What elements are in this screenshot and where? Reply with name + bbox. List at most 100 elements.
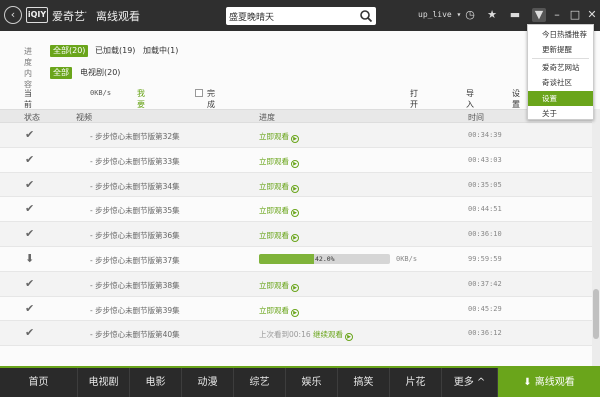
video-duration: 00:37:42 xyxy=(468,279,502,288)
title-bar: ‹ iQIY 爱奇艺 · 离线观看 up_live ▾ ◷ ★ ▬ ▼ – □ … xyxy=(0,0,600,31)
username[interactable]: up_live ▾ xyxy=(418,10,461,19)
col-progress: 进度 xyxy=(259,113,275,122)
table-row[interactable]: ✔ - 步步惊心未删节版第38集 立即观看 ▶ 00:37:42 xyxy=(0,271,592,297)
offline-content-panel: 进度 全部(20) 已加载(19) 加载中(1) 内容 全部 电视剧(20) 当… xyxy=(0,31,600,366)
favorite-star-icon[interactable]: ★ xyxy=(485,8,499,22)
video-duration: 00:45:29 xyxy=(468,304,502,313)
menu-item-about[interactable]: 关于 xyxy=(528,106,593,121)
menu-item-settings[interactable]: 设置 xyxy=(528,91,593,106)
check-icon: ✔ xyxy=(25,152,35,166)
video-duration: 00:43:03 xyxy=(468,155,502,164)
nav-movies[interactable]: 电影 xyxy=(130,368,182,397)
progress-filter-label: 进度 xyxy=(24,47,32,67)
scrollbar-thumb[interactable] xyxy=(593,289,599,339)
filter-content-all[interactable]: 全部 xyxy=(50,67,72,79)
table-row[interactable]: ⬇ - 步步惊心未删节版第37集 42.0% 0KB/s 99:59:59 xyxy=(0,246,592,272)
search-icon[interactable] xyxy=(359,9,373,23)
filter-progress-all[interactable]: 全部(20) xyxy=(50,45,89,57)
nav-variety[interactable]: 综艺 xyxy=(234,368,286,397)
table-header: 状态 视频 进度 时间 xyxy=(0,109,600,123)
nav-tv-series[interactable]: 电视剧 xyxy=(78,368,130,397)
nav-funny[interactable]: 搞笑 xyxy=(338,368,390,397)
video-title[interactable]: - 步步惊心未删节版第33集 xyxy=(90,156,180,167)
check-icon: ✔ xyxy=(25,177,35,191)
play-icon: ▶ xyxy=(291,234,299,243)
brand-name: 爱奇艺 xyxy=(52,10,85,23)
watch-now-link[interactable]: 立即观看 ▶ xyxy=(259,181,299,193)
play-icon: ▶ xyxy=(291,308,299,317)
menu-item-daily-hits[interactable]: 今日热播推荐 xyxy=(528,27,593,42)
auto-shutdown-checkbox[interactable] xyxy=(195,89,203,97)
maximize-icon[interactable]: □ xyxy=(568,8,582,22)
main-dropdown-menu: 今日热播推荐 更新提醒 爱奇艺网站 奇谈社区 设置 关于 xyxy=(527,24,594,120)
nav-entertainment[interactable]: 娱乐 xyxy=(286,368,338,397)
video-duration: 00:35:05 xyxy=(468,180,502,189)
play-icon: ▶ xyxy=(345,333,354,342)
table-row[interactable]: ✔ - 步步惊心未删节版第35集 立即观看 ▶ 00:44:51 xyxy=(0,197,592,223)
minimize-icon[interactable]: – xyxy=(550,8,564,22)
history-clock-icon[interactable]: ◷ xyxy=(463,8,477,22)
nav-home[interactable]: 首页 xyxy=(0,368,78,397)
watch-now-link[interactable]: 立即观看 ▶ xyxy=(259,131,299,143)
download-rate: 0KB/s xyxy=(396,254,418,263)
check-icon: ✔ xyxy=(25,276,35,290)
menu-item-website[interactable]: 爱奇艺网站 xyxy=(528,60,593,75)
filter-progress-loading[interactable]: 加载中(1) xyxy=(140,45,181,57)
chevron-up-icon: ^ xyxy=(476,377,486,388)
brand-separator: · xyxy=(84,6,88,19)
video-title[interactable]: - 步步惊心未删节版第39集 xyxy=(90,305,180,316)
video-title[interactable]: - 步步惊心未删节版第34集 xyxy=(90,181,180,192)
table-row[interactable]: ✔ - 步步惊心未删节版第36集 立即观看 ▶ 00:36:10 xyxy=(0,222,592,247)
continue-watch-link[interactable]: 上次看到00:16 继续观看 ▶ xyxy=(259,329,354,342)
video-title[interactable]: - 步步惊心未删节版第40集 xyxy=(90,329,180,340)
video-title[interactable]: - 步步惊心未删节版第36集 xyxy=(90,230,180,241)
menu-item-community[interactable]: 奇谈社区 xyxy=(528,75,593,90)
table-row[interactable]: ✔ - 步步惊心未删节版第39集 立即观看 ▶ 00:45:29 xyxy=(0,296,592,322)
speed-value: 0KB/s xyxy=(90,89,112,97)
last-watched-text: 上次看到00:16 xyxy=(259,330,311,340)
video-title[interactable]: - 步步惊心未删节版第37集 xyxy=(90,255,180,266)
filter-content-tv[interactable]: 电视剧(20) xyxy=(77,67,123,79)
watch-now-link[interactable]: 立即观看 ▶ xyxy=(259,280,299,292)
play-icon: ▶ xyxy=(291,135,299,143)
check-icon: ✔ xyxy=(25,227,35,241)
nav-offline[interactable]: ⬇ 离线观看 xyxy=(498,368,600,397)
content-filter-label: 内容 xyxy=(24,69,32,89)
play-icon: ▶ xyxy=(291,184,299,193)
nav-more[interactable]: 更多 ^ xyxy=(442,368,498,397)
table-row[interactable]: ✔ - 步步惊心未删节版第33集 立即观看 ▶ 00:43:03 xyxy=(0,147,592,173)
download-progress-fill xyxy=(259,253,315,264)
play-icon: ▶ xyxy=(291,209,299,218)
search-input[interactable] xyxy=(229,9,355,23)
bottom-navigation: 首页 电视剧 电影 动漫 综艺 娱乐 搞笑 片花 更多 ^ ⬇ 离线观看 xyxy=(0,366,600,397)
table-row[interactable]: ✔ - 步步惊心未删节版第40集 上次看到00:16 继续观看 ▶ 00:36:1… xyxy=(0,321,592,347)
watch-now-link[interactable]: 立即观看 ▶ xyxy=(259,156,299,168)
close-icon[interactable]: ✕ xyxy=(585,8,599,22)
watch-now-link[interactable]: 立即观看 ▶ xyxy=(259,230,299,243)
table-row[interactable]: ✔ - 步步惊心未删节版第32集 立即观看 ▶ 00:34:39 xyxy=(0,123,592,148)
watch-now-link[interactable]: 立即观看 ▶ xyxy=(259,305,299,317)
nav-anime[interactable]: 动漫 xyxy=(182,368,234,397)
nav-trailers[interactable]: 片花 xyxy=(390,368,442,397)
play-icon: ▶ xyxy=(291,159,299,168)
video-title[interactable]: - 步步惊心未删节版第38集 xyxy=(90,280,180,291)
section-title: 离线观看 xyxy=(96,10,140,23)
menu-item-update-reminder[interactable]: 更新提醒 xyxy=(528,42,593,57)
col-video: 视频 xyxy=(76,113,92,122)
download-arrow-icon: ⬇ xyxy=(25,251,35,265)
download-progress-bar: 42.0% xyxy=(259,253,390,264)
settings-button[interactable]: 设置 xyxy=(512,88,520,110)
check-icon: ✔ xyxy=(25,202,35,216)
table-row[interactable]: ✔ - 步步惊心未删节版第34集 立即观看 ▶ 00:35:05 xyxy=(0,172,592,198)
watch-now-link[interactable]: 立即观看 ▶ xyxy=(259,205,299,218)
play-icon: ▶ xyxy=(291,283,299,292)
video-title[interactable]: - 步步惊心未删节版第32集 xyxy=(90,131,180,142)
search-box[interactable] xyxy=(226,7,376,25)
back-arrow-icon[interactable]: ‹ xyxy=(4,6,22,24)
filter-progress-loaded[interactable]: 已加载(19) xyxy=(92,45,138,57)
message-icon[interactable]: ▬ xyxy=(508,8,522,22)
remaining-time: 99:59:59 xyxy=(468,254,502,263)
main-menu-icon[interactable]: ▼ xyxy=(532,8,546,22)
video-title[interactable]: - 步步惊心未删节版第35集 xyxy=(90,205,180,216)
vertical-scrollbar[interactable] xyxy=(592,109,600,366)
